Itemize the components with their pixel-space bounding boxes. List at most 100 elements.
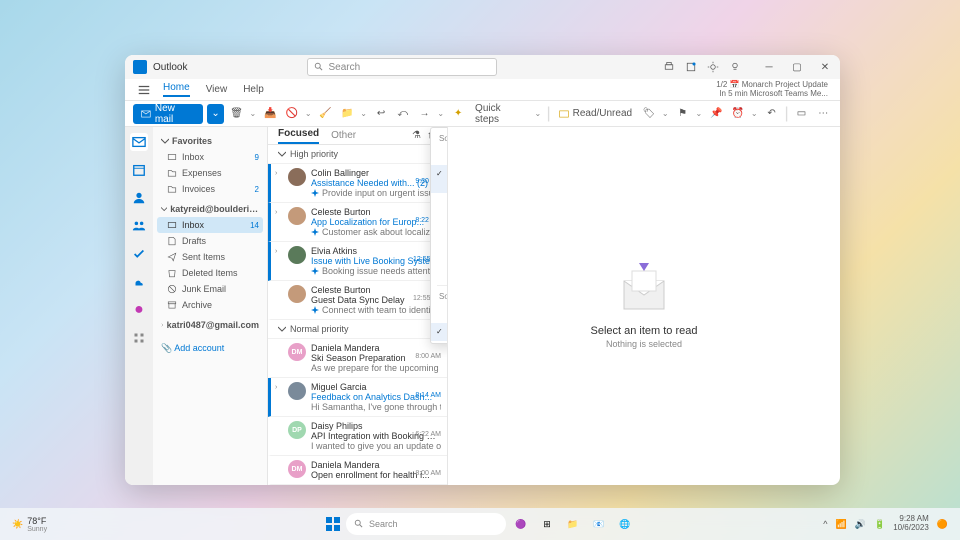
tray-volume-icon[interactable]: 🔊	[855, 519, 866, 530]
new-mail-chevron[interactable]: ⌄	[207, 104, 223, 124]
reading-subtitle: Nothing is selected	[606, 339, 682, 349]
tray-battery-icon[interactable]: 🔋	[874, 519, 885, 530]
taskbar-weather[interactable]: ☀️78°FSunny	[12, 516, 47, 533]
sort-importance[interactable]: Importance	[431, 247, 448, 265]
tab-help[interactable]: Help	[243, 84, 264, 95]
taskbar: ☀️78°FSunny Search 🟣 ⊞ 📁 📧 🌐 ^ 📶 🔊 🔋 9:2…	[0, 508, 960, 540]
tray-wifi-icon[interactable]: 📶	[836, 519, 847, 530]
rail-copilot-icon[interactable]: ●	[130, 301, 148, 319]
tray-chevron-icon[interactable]: ^	[823, 519, 827, 529]
tab-home[interactable]: Home	[163, 82, 190, 97]
taskbar-explorer-icon[interactable]: 📁	[562, 513, 584, 535]
taskbar-outlook-icon[interactable]: 📧	[588, 513, 610, 535]
immersive-icon[interactable]: ▭	[793, 105, 811, 123]
reply-icon[interactable]: ↩	[372, 105, 390, 123]
rail-mail-icon[interactable]	[130, 133, 148, 151]
tab-focused[interactable]: Focused	[278, 128, 319, 144]
pin-icon[interactable]: 📌	[707, 105, 725, 123]
sync-icon[interactable]	[684, 60, 698, 74]
sidebar-deleted[interactable]: Deleted Items	[157, 265, 263, 281]
sidebar-archive[interactable]: Archive	[157, 297, 263, 313]
sort-from[interactable]: From	[431, 193, 448, 211]
account1-header[interactable]: katyreid@boulderinnova...	[157, 201, 263, 217]
new-mail-button[interactable]: New mail	[133, 104, 203, 124]
lightbulb-icon[interactable]	[728, 60, 742, 74]
search-icon	[314, 62, 324, 72]
message-item[interactable]: ›Celeste BurtonApp Localization for Euro…	[268, 203, 447, 242]
sort-subject[interactable]: Subject	[431, 265, 448, 283]
reading-title: Select an item to read	[590, 325, 697, 337]
rail-groups-icon[interactable]	[130, 217, 148, 235]
group-high-priority[interactable]: High priority	[268, 145, 447, 164]
sort-priority[interactable]: Priority by Copilot	[431, 165, 448, 193]
undo-icon[interactable]: ↶	[763, 105, 781, 123]
hamburger-icon[interactable]	[137, 83, 151, 97]
sidebar-inbox[interactable]: Inbox14	[157, 217, 263, 233]
sweep-icon[interactable]: 🧹	[317, 105, 335, 123]
read-unread-button[interactable]: Read/Unread	[555, 108, 636, 119]
copilot-icon[interactable]: ✦	[449, 105, 467, 123]
toolbar: New mail ⌄ 🗑⌄ 📥 🚫⌄ 🧹 📁⌄ ↩ ⤺ →⌄ ✦ Quick s…	[125, 101, 840, 127]
sidebar-inbox-fav[interactable]: Inbox9	[157, 149, 263, 165]
app-title: Outlook	[153, 62, 187, 73]
quick-steps-button[interactable]: Quick steps	[471, 103, 531, 125]
minimize-button[interactable]: ─	[762, 60, 776, 74]
filter-icon[interactable]: ⚗	[412, 130, 421, 141]
tag-icon[interactable]: 🏷	[640, 105, 658, 123]
maximize-button[interactable]: ▢	[790, 60, 804, 74]
tab-other[interactable]: Other	[331, 130, 356, 141]
sidebar-junk[interactable]: Junk Email	[157, 281, 263, 297]
more-icon[interactable]: ⋯	[814, 105, 832, 123]
rail-onedrive-icon[interactable]	[130, 273, 148, 291]
sort-newest[interactable]: Newest on top	[431, 323, 448, 341]
sidebar-invoices[interactable]: Invoices2	[157, 181, 263, 197]
rail-calendar-icon[interactable]	[130, 161, 148, 179]
move-icon[interactable]: 📁	[339, 105, 357, 123]
tray-copilot-icon[interactable]: 🟠	[937, 519, 948, 530]
message-item[interactable]: ›Miguel GarciaFeedback on Analytics Dash…	[268, 378, 447, 417]
sort-oldest[interactable]: Oldest on top	[431, 305, 448, 323]
sidebar-drafts[interactable]: Drafts	[157, 233, 263, 249]
snooze-icon[interactable]: ⏰	[729, 105, 747, 123]
taskbar-taskview-icon[interactable]: ⊞	[536, 513, 558, 535]
sort-size[interactable]: Size	[431, 229, 448, 247]
message-item[interactable]: DMDaniela ManderaOpen enrollment for hea…	[268, 456, 447, 485]
search-input[interactable]: Search	[307, 58, 497, 76]
print-icon[interactable]	[662, 60, 676, 74]
sort-date[interactable]: Date	[431, 147, 448, 165]
archive-icon[interactable]: 📥	[261, 105, 279, 123]
rail-todo-icon[interactable]	[130, 245, 148, 263]
message-item[interactable]: DMDaniela ManderaSki Season PreparationA…	[268, 339, 447, 378]
flag-icon[interactable]: ⚑	[674, 105, 692, 123]
taskbar-edge-icon[interactable]: 🌐	[614, 513, 636, 535]
chevron-down-icon[interactable]: ⌄	[249, 105, 257, 123]
message-item[interactable]: ›Elvia AtkinsIssue with Live Booking Sys…	[268, 242, 447, 281]
reminder-card[interactable]: 1/2 📅 Monarch Project Update In 5 min Mi…	[716, 81, 828, 99]
tab-view[interactable]: View	[206, 84, 228, 95]
rail-apps-icon[interactable]	[130, 329, 148, 347]
account2-header[interactable]: katri0487@gmail.com	[157, 317, 263, 333]
sort-category[interactable]: Category	[431, 211, 448, 229]
favorites-header[interactable]: Favorites	[157, 133, 263, 149]
list-header: Focused Other ⚗ ↑↓	[268, 127, 447, 145]
forward-icon[interactable]: →	[416, 105, 434, 123]
outlook-icon	[133, 60, 147, 74]
close-button[interactable]: ✕	[818, 60, 832, 74]
message-item[interactable]: DPDaisy PhilipsAPI Integration with Book…	[268, 417, 447, 456]
message-item[interactable]: Celeste BurtonGuest Data Sync DelayConne…	[268, 281, 447, 320]
delete-icon[interactable]: 🗑	[228, 105, 246, 123]
taskbar-search[interactable]: Search	[346, 513, 506, 535]
rail-people-icon[interactable]	[130, 189, 148, 207]
sort-menu: Sort by Date Priority by Copilot From Ca…	[430, 127, 448, 344]
sidebar-expenses[interactable]: Expenses	[157, 165, 263, 181]
message-item[interactable]: ›Colin BallingerAssistance Needed with..…	[268, 164, 447, 203]
taskbar-copilot-icon[interactable]: 🟣	[510, 513, 532, 535]
add-account-button[interactable]: 📎 Add account	[157, 337, 263, 360]
sidebar-sent[interactable]: Sent Items	[157, 249, 263, 265]
start-button[interactable]	[324, 515, 342, 533]
reply-all-icon[interactable]: ⤺	[394, 105, 412, 123]
settings-icon[interactable]	[706, 60, 720, 74]
report-icon[interactable]: 🚫	[283, 105, 301, 123]
taskbar-clock[interactable]: 9:28 AM10/6/2023	[893, 515, 929, 533]
group-normal-priority[interactable]: Normal priority	[268, 320, 447, 339]
